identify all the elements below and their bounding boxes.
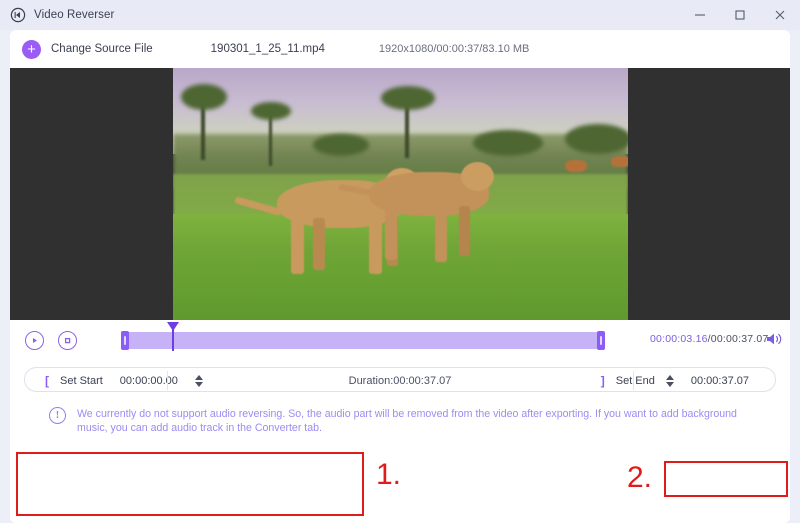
handle-grip [124,336,126,345]
video-frame [173,68,628,320]
trim-row: Duration:00:00:37.07 [ Set Start 00:00:0… [10,360,790,400]
notice-text: We currently do not support audio revers… [77,408,737,434]
playhead[interactable] [167,322,179,351]
distant-antelope [565,160,587,172]
timeline-track[interactable] [124,332,604,349]
trim-divider [167,371,168,390]
stepper-up-icon[interactable] [665,374,674,380]
highlight-export-button [664,461,788,497]
end-time-stepper[interactable] [665,374,674,387]
window-controls [680,0,800,30]
start-time-input[interactable]: 00:00:00.00 [114,375,184,387]
end-bracket-icon: ] [600,373,605,388]
start-time-stepper[interactable] [194,374,203,387]
playback-controls: 00:00:03.16/00:00:37.07 [10,320,790,360]
video-reverser-window: Video Reverser + Change Source File 1903… [0,0,800,523]
lion-leg [385,208,397,260]
window-title: Video Reverser [34,9,115,21]
source-file-meta: 1920x1080/00:00:37/83.10 MB [378,43,530,55]
set-end-button[interactable]: Set End [616,375,655,387]
stop-button[interactable] [58,330,77,350]
play-button[interactable] [25,330,44,350]
start-bracket-icon: [ [45,373,49,388]
distant-antelope [611,156,628,167]
lion-head [461,162,494,191]
plus-icon[interactable]: + [22,39,41,59]
timeline-track-wrapper[interactable] [114,320,614,360]
lion-leg [291,218,304,274]
near-grass-layer [173,214,628,320]
bush-shape [313,134,369,156]
tree-canopy [251,102,291,120]
exclamation-icon: ! [49,407,66,424]
time-readout: 00:00:03.16/00:00:37.07 [650,333,768,345]
volume-icon[interactable] [765,331,783,347]
lion-leg [369,218,382,274]
stepper-down-icon[interactable] [194,381,203,387]
close-button[interactable] [760,0,800,30]
set-start-button[interactable]: Set Start [60,375,103,387]
lion-leg [459,206,470,256]
trim-end-group: ] Set End 00:00:37.07 [601,368,755,393]
handle-grip [600,336,602,345]
lion-leg [313,218,325,270]
reverse-play-icon [10,7,26,23]
lion-leg [435,208,447,262]
title-bar: Video Reverser [0,0,800,30]
trim-start-group: [ Set Start 00:00:00.00 [45,368,203,393]
step-two-marker: 2. [627,461,653,494]
step-one-marker: 1. [376,458,402,491]
trim-start-handle[interactable] [121,331,129,350]
highlight-output-settings [16,452,364,516]
maximize-button[interactable] [720,0,760,30]
timeline-selection[interactable] [124,332,604,349]
tree-canopy [381,86,435,110]
video-preview-area[interactable] [10,68,790,320]
trim-divider [633,371,634,390]
total-time: 00:00:37.07 [710,333,769,345]
minimize-button[interactable] [680,0,720,30]
end-time-input[interactable]: 00:00:37.07 [685,375,755,387]
bush-shape [565,124,628,154]
stepper-up-icon[interactable] [194,374,203,380]
change-source-file-button[interactable]: Change Source File [51,43,153,55]
bush-shape [473,130,543,156]
trim-pill: Duration:00:00:37.07 [ Set Start 00:00:0… [24,367,776,392]
stepper-down-icon[interactable] [665,381,674,387]
audio-notice: ! We currently do not support audio reve… [10,400,790,445]
source-file-name: 190301_1_25_11.mp4 [210,43,325,55]
tree-canopy [181,84,227,110]
trim-end-handle[interactable] [597,331,605,350]
source-file-bar: + Change Source File 190301_1_25_11.mp4 … [10,30,790,68]
current-time: 00:00:03.16 [650,333,708,345]
